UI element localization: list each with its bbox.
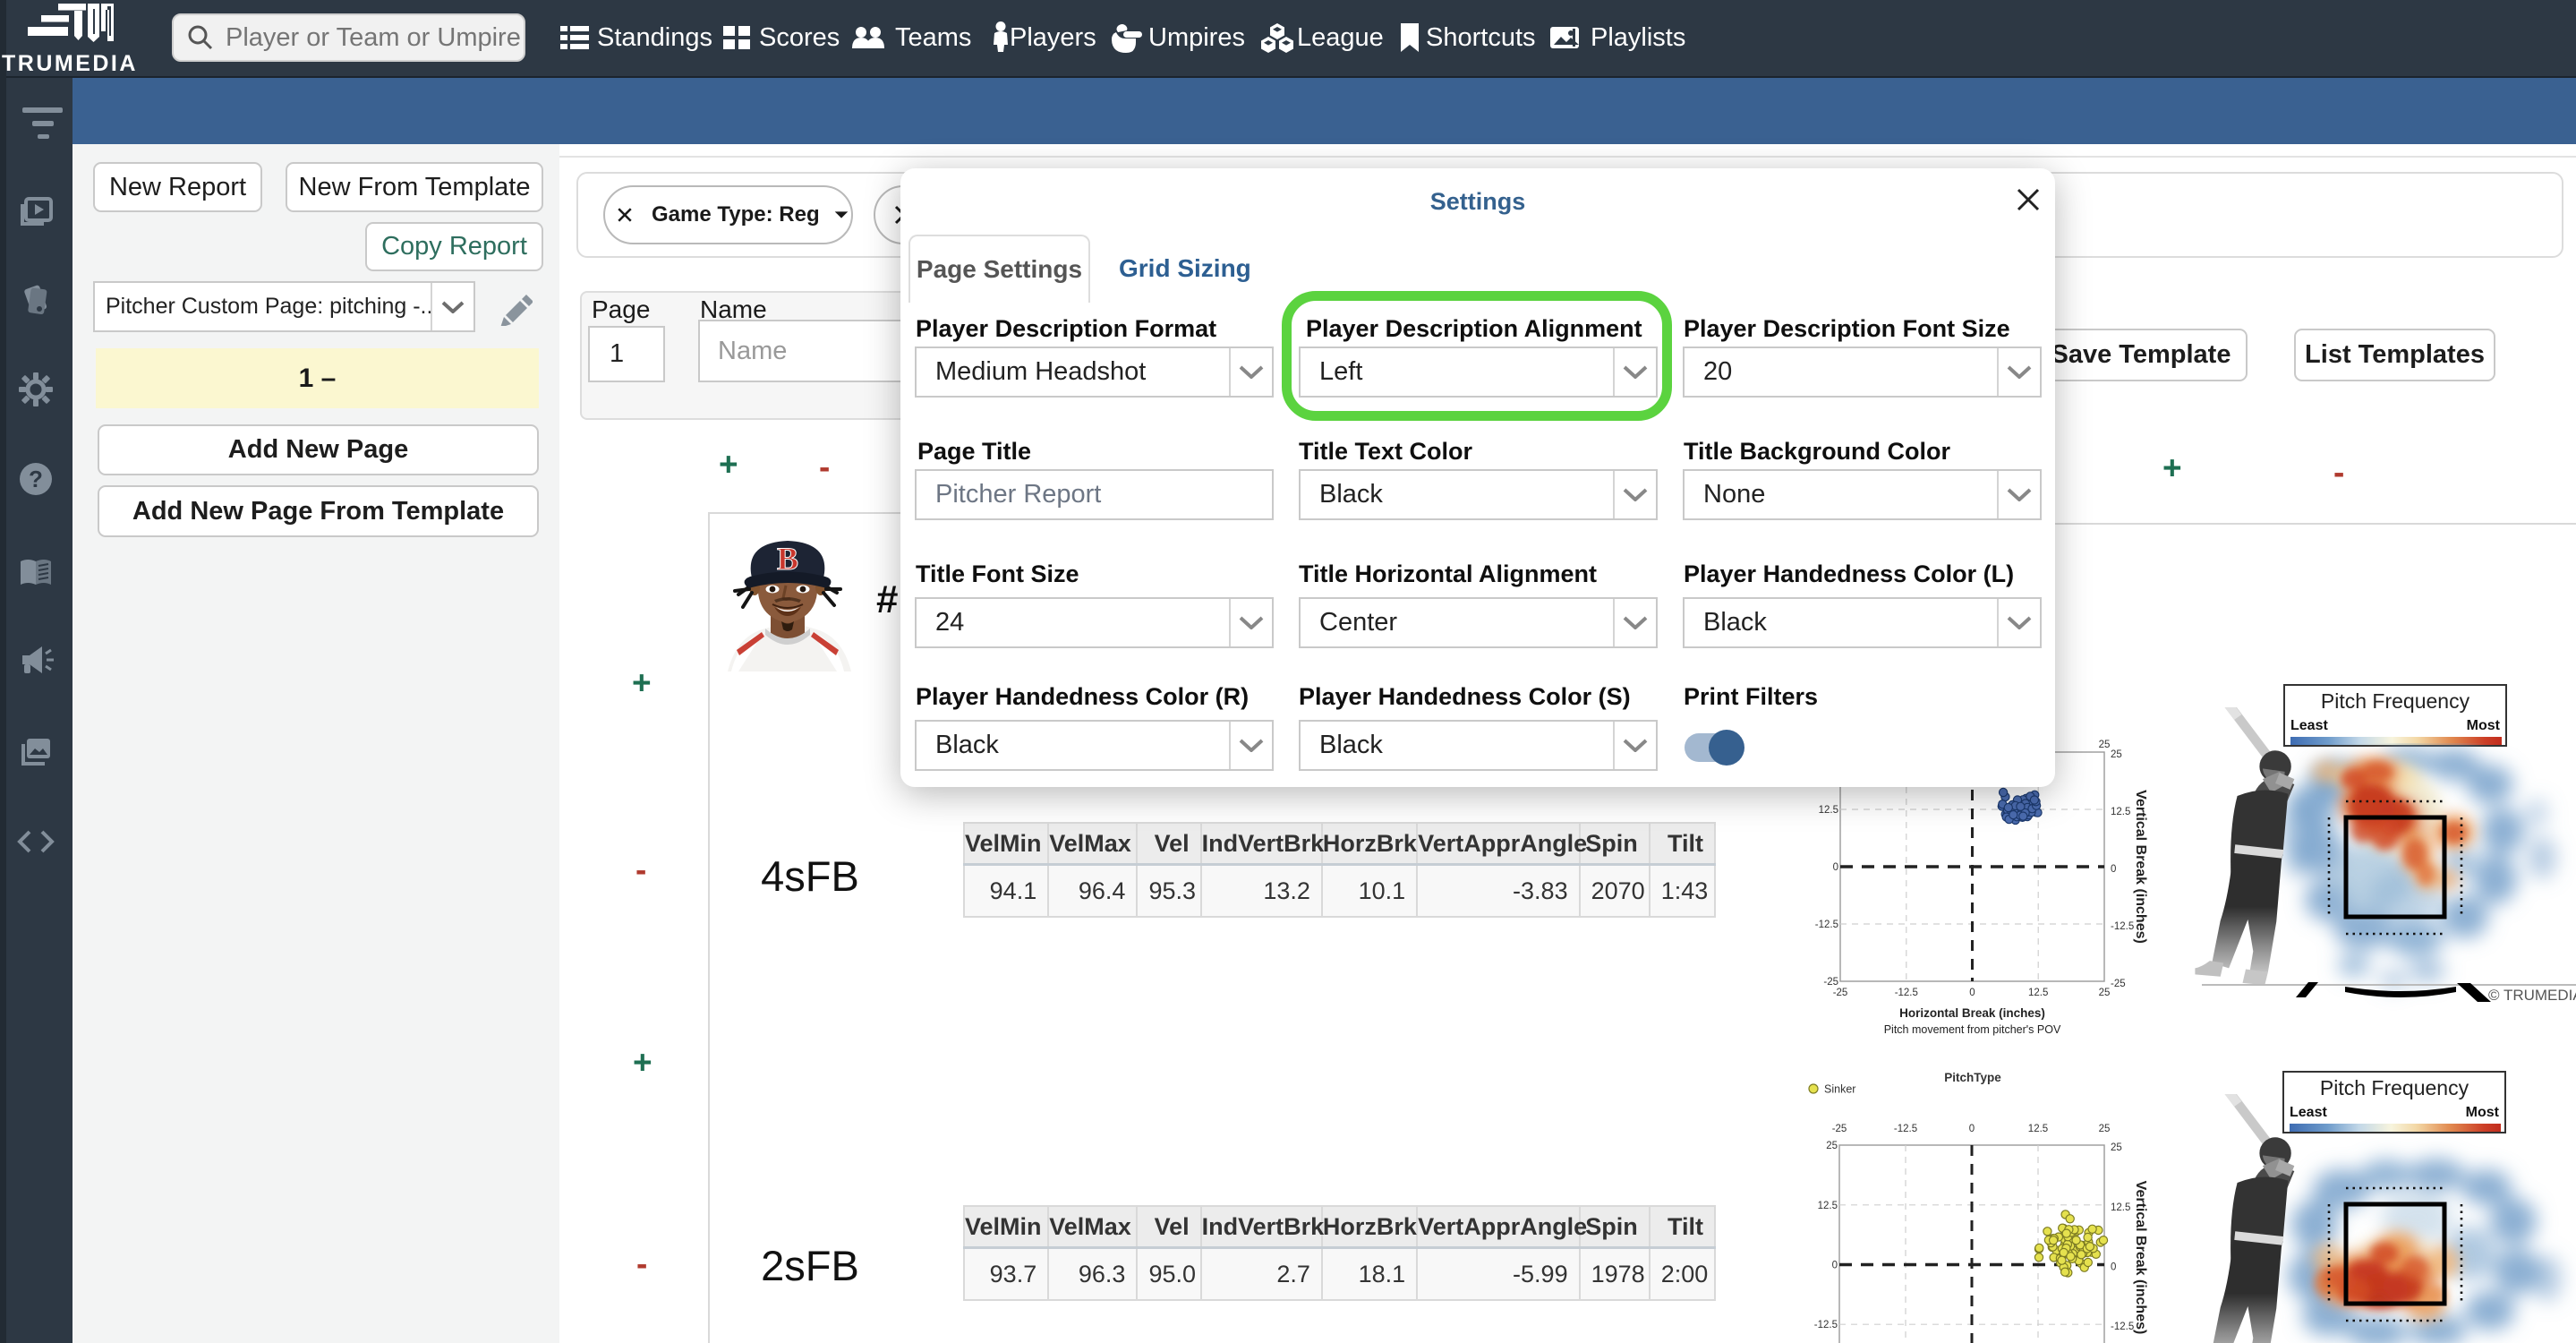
svg-text:12.5: 12.5 [1819, 805, 1838, 816]
svg-text:-25: -25 [2111, 979, 2126, 989]
svg-text:Vertical Break (inches): Vertical Break (inches) [2133, 790, 2148, 944]
svg-text:12.5: 12.5 [2028, 988, 2048, 998]
svg-text:0: 0 [2111, 1262, 2116, 1273]
svg-text:-25: -25 [1833, 988, 1848, 998]
svg-text:Pitch movement from pitcher's: Pitch movement from pitcher's POV [1884, 1023, 2061, 1036]
svg-text:-25: -25 [1823, 977, 1838, 988]
svg-text:25: 25 [2099, 1124, 2111, 1134]
svg-text:B: B [777, 541, 798, 577]
svg-text:PitchType: PitchType [1944, 1071, 2001, 1084]
svg-text:12.5: 12.5 [2111, 807, 2130, 817]
svg-text:12.5: 12.5 [2111, 1202, 2130, 1213]
svg-text:25: 25 [2099, 740, 2111, 750]
svg-text:0: 0 [1833, 862, 1838, 873]
svg-text:Vertical Break (inches): Vertical Break (inches) [2133, 1181, 2148, 1335]
svg-text:-12.5: -12.5 [1894, 1124, 1917, 1134]
svg-text:-12.5: -12.5 [1814, 1320, 1838, 1330]
svg-text:TRUMEDIA: TRUMEDIA [2, 51, 138, 76]
svg-text:-12.5: -12.5 [2111, 921, 2134, 932]
svg-text:© TRUMEDIA 2024: © TRUMEDIA 2024 [2488, 987, 2576, 1004]
svg-text:25: 25 [2099, 988, 2111, 998]
svg-text:12.5: 12.5 [2028, 1124, 2048, 1134]
svg-text:-12.5: -12.5 [1895, 988, 1918, 998]
svg-text:-12.5: -12.5 [2111, 1322, 2134, 1332]
svg-text:25: 25 [2111, 1142, 2122, 1153]
svg-text:0: 0 [2111, 864, 2116, 875]
svg-text:-12.5: -12.5 [1815, 920, 1838, 930]
svg-text:?: ? [29, 466, 43, 492]
svg-text:0: 0 [1969, 988, 1975, 998]
svg-text:0: 0 [1832, 1261, 1838, 1271]
svg-text:25: 25 [2111, 749, 2122, 760]
svg-text:0: 0 [1969, 1124, 1975, 1134]
svg-text:Horizontal Break (inches): Horizontal Break (inches) [1899, 1006, 2045, 1020]
svg-text:25: 25 [1826, 1141, 1838, 1151]
svg-text:Sinker: Sinker [1824, 1083, 1855, 1096]
svg-text:-25: -25 [1832, 1124, 1847, 1134]
svg-text:12.5: 12.5 [1818, 1201, 1838, 1211]
